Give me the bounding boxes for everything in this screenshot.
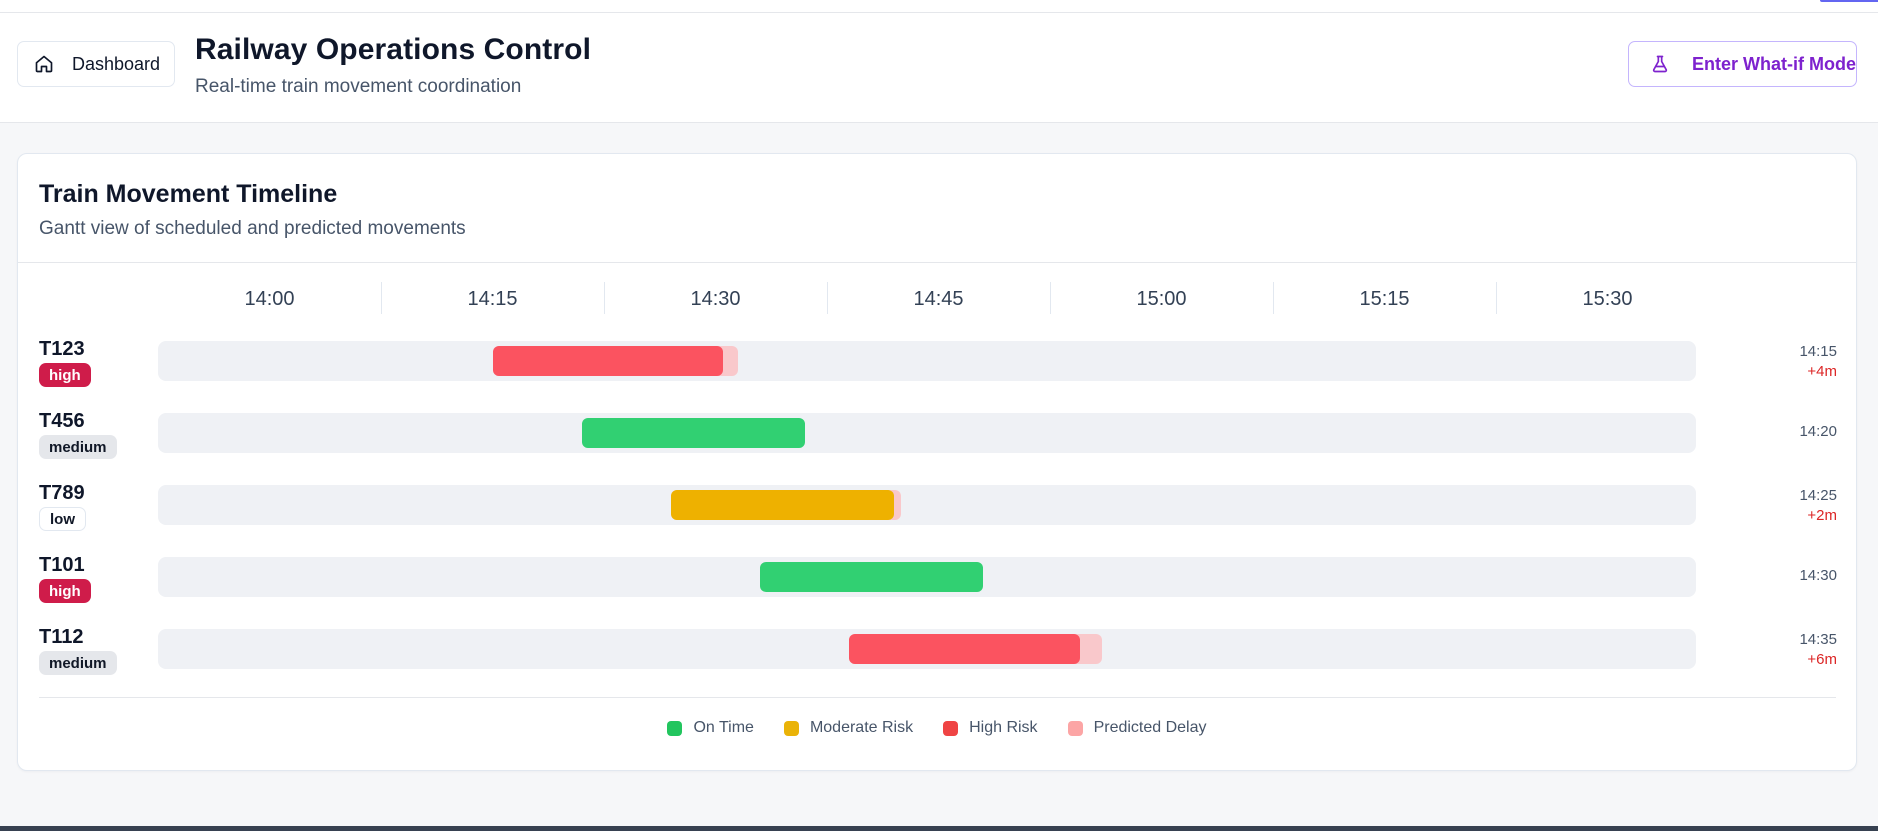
legend-item: High Risk <box>943 719 1038 737</box>
legend-label: On Time <box>693 719 754 736</box>
legend-label: High Risk <box>969 719 1038 736</box>
scheduled-time: 14:25 <box>1799 487 1837 504</box>
legend-label: Moderate Risk <box>809 719 914 736</box>
movement-bar[interactable] <box>581 418 805 448</box>
card-divider <box>18 262 1856 263</box>
enter-what-if-button[interactable]: Enter What-if Mode <box>1628 41 1857 87</box>
timeline-track <box>158 557 1696 597</box>
timeline-track <box>158 413 1696 453</box>
axis-tick-label: 15:00 <box>1136 288 1187 310</box>
page-header: Dashboard Railway Operations Control Rea… <box>0 13 1878 123</box>
bottom-strip <box>0 826 1878 831</box>
timeline-track <box>158 485 1696 525</box>
legend: On Time Moderate Risk High Risk Predicted D… <box>18 719 1856 737</box>
scheduled-time: 14:20 <box>1799 423 1837 440</box>
priority-badge: medium <box>39 651 117 675</box>
legend-swatch <box>1067 720 1083 736</box>
delay-amount: +6m <box>1807 651 1837 668</box>
train-id: T112 <box>39 626 84 648</box>
movement-bar[interactable] <box>670 490 894 520</box>
timeline-card: Train Movement Timeline Gantt view of sc… <box>17 153 1857 771</box>
priority-badge: low <box>39 507 86 531</box>
axis-tick-label: 15:30 <box>1582 288 1633 310</box>
legend-label: Predicted Delay <box>1093 719 1207 736</box>
axis-tick-label: 14:00 <box>244 288 295 310</box>
timeline-track <box>158 629 1696 669</box>
home-icon <box>35 55 53 73</box>
dashboard-label: Dashboard <box>72 53 161 74</box>
priority-badge: high <box>39 363 91 387</box>
priority-badge: medium <box>39 435 117 459</box>
timeline-track <box>158 341 1696 381</box>
movement-bar[interactable] <box>849 634 1080 664</box>
timeline-subtitle: Gantt view of scheduled and predicted mo… <box>39 218 466 239</box>
priority-badge: high <box>39 579 91 603</box>
legend-item: On Time <box>667 719 754 737</box>
axis-tick-label: 15:15 <box>1359 288 1410 310</box>
axis-tick-label: 14:15 <box>467 288 518 310</box>
train-id: T123 <box>39 338 85 360</box>
page-subtitle: Real-time train movement coordination <box>195 76 522 97</box>
delay-amount: +4m <box>1807 363 1837 380</box>
legend-swatch <box>667 720 683 736</box>
legend-swatch <box>943 720 959 736</box>
axis-tick-label: 14:45 <box>913 288 964 310</box>
scheduled-time: 14:30 <box>1799 567 1837 584</box>
delay-amount: +2m <box>1807 507 1837 524</box>
legend-swatch <box>783 720 799 736</box>
axis-tick-label: 14:30 <box>690 288 741 310</box>
legend-item: Predicted Delay <box>1067 719 1207 737</box>
train-id: T456 <box>39 410 85 432</box>
page-title: Railway Operations Control <box>195 33 591 66</box>
scheduled-time: 14:15 <box>1799 343 1837 360</box>
top-strip <box>0 0 1878 13</box>
movement-bar[interactable] <box>760 562 984 592</box>
legend-item: Moderate Risk <box>783 719 914 737</box>
train-id: T789 <box>39 482 85 504</box>
top-accent <box>1820 0 1878 2</box>
movement-bar[interactable] <box>492 346 723 376</box>
dashboard-button[interactable]: Dashboard <box>17 41 175 87</box>
legend-divider <box>39 697 1836 698</box>
flask-icon <box>1652 55 1668 73</box>
train-id: T101 <box>39 554 85 576</box>
scheduled-time: 14:35 <box>1799 631 1837 648</box>
timeline-title: Train Movement Timeline <box>39 180 338 208</box>
what-if-label: Enter What-if Mode <box>1692 53 1856 74</box>
